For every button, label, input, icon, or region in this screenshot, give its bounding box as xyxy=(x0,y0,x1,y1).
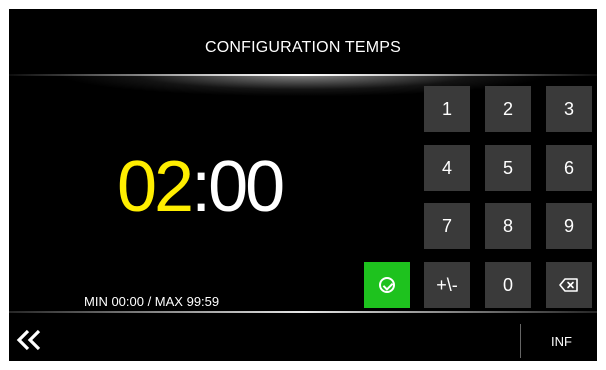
time-display: 02:00 xyxy=(117,151,285,223)
timer-config-screen: CONFIGURATION TEMPS 02:00 MIN 00:00 / MA… xyxy=(9,9,597,361)
minutes-value[interactable]: 02 xyxy=(117,147,194,227)
backspace-icon xyxy=(559,278,578,292)
footer-divider xyxy=(9,311,597,313)
time-separator: : xyxy=(191,147,211,227)
key-0[interactable]: 0 xyxy=(485,262,531,308)
key-plus-minus[interactable]: +\- xyxy=(424,262,470,308)
key-7[interactable]: 7 xyxy=(424,203,470,249)
key-8[interactable]: 8 xyxy=(485,203,531,249)
backspace-button[interactable] xyxy=(546,262,592,308)
range-hint: MIN 00:00 / MAX 99:59 xyxy=(84,294,220,309)
key-9[interactable]: 9 xyxy=(546,203,592,249)
key-3[interactable]: 3 xyxy=(546,86,592,132)
double-chevron-left-icon[interactable] xyxy=(14,327,44,353)
footer-vertical-divider xyxy=(520,324,521,358)
key-1[interactable]: 1 xyxy=(424,86,470,132)
page-title: CONFIGURATION TEMPS xyxy=(204,39,402,56)
key-6[interactable]: 6 xyxy=(546,145,592,191)
key-5[interactable]: 5 xyxy=(485,145,531,191)
inf-button[interactable]: INF xyxy=(551,334,572,349)
check-circle-icon xyxy=(379,277,395,293)
seconds-value[interactable]: 00 xyxy=(208,147,285,227)
key-2[interactable]: 2 xyxy=(485,86,531,132)
key-4[interactable]: 4 xyxy=(424,145,470,191)
confirm-button[interactable] xyxy=(364,262,410,308)
